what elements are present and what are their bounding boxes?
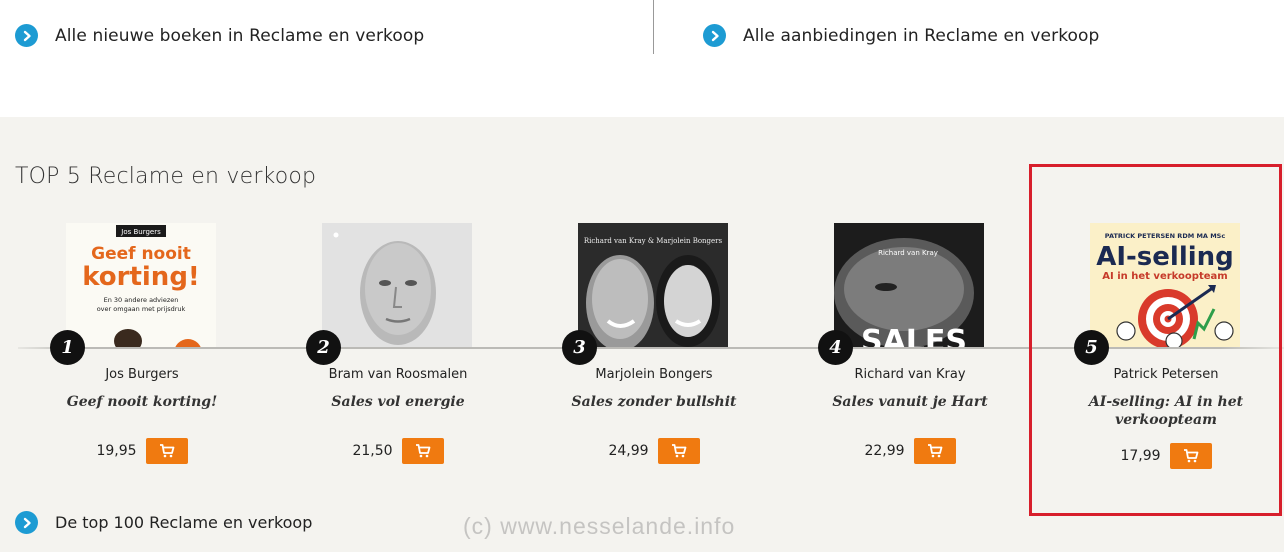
svg-text:Geef nooit: Geef nooit: [91, 244, 191, 264]
svg-text:Richard van Kray & Marjolein B: Richard van Kray & Marjolein Bongers: [584, 237, 723, 245]
price-row: 24,99: [526, 438, 782, 464]
book-card[interactable]: 2 Bram van Roosmalen Sales vol energie 2…: [270, 223, 526, 464]
highlight-frame: [1029, 164, 1282, 516]
add-to-cart-button[interactable]: [913, 438, 956, 464]
svg-text:SALES: SALES: [861, 324, 967, 347]
svg-text:Jos Burgers: Jos Burgers: [120, 228, 161, 236]
book-cover[interactable]: Richard van Kray & Marjolein Bongers: [578, 223, 728, 347]
book-price: 24,99: [608, 443, 649, 459]
top100-link-label: De top 100 Reclame en verkoop: [55, 513, 313, 532]
book-price: 19,95: [96, 443, 137, 459]
book-title[interactable]: Sales zonder bullshit: [526, 393, 782, 411]
new-books-link-label: Alle nieuwe boeken in Reclame en verkoop: [55, 25, 425, 46]
book-price: 22,99: [864, 443, 905, 459]
svg-text:En 30 andere adviezen: En 30 andere adviezen: [104, 296, 179, 304]
book-card[interactable]: Jos Burgers Geef nooit korting! En 30 an…: [14, 223, 270, 464]
book-cover[interactable]: Richard van Kray SALES: [834, 223, 984, 347]
book-card[interactable]: Richard van Kray SALES 4 Richard van Kra…: [782, 223, 1038, 464]
book-author[interactable]: Richard van Kray: [782, 367, 1038, 382]
svg-text:over omgaan met prijsdruk: over omgaan met prijsdruk: [97, 305, 186, 313]
book-card[interactable]: Richard van Kray & Marjolein Bongers 3 M…: [526, 223, 782, 464]
offers-link-label: Alle aanbiedingen in Reclame en verkoop: [743, 25, 1100, 46]
book-cover[interactable]: [322, 223, 472, 347]
add-to-cart-button[interactable]: [145, 438, 188, 464]
add-to-cart-button[interactable]: [401, 438, 444, 464]
shopping-cart-icon: [927, 444, 942, 458]
book-title[interactable]: Sales vol energie: [270, 393, 526, 411]
price-row: 21,50: [270, 438, 526, 464]
watermark: (c) www.nesselande.info: [463, 513, 736, 539]
chevron-right-circle-icon: [15, 24, 38, 47]
rank-badge: 2: [306, 330, 341, 365]
price-row: 22,99: [782, 438, 1038, 464]
book-cover[interactable]: Jos Burgers Geef nooit korting! En 30 an…: [66, 223, 216, 347]
book-title[interactable]: Geef nooit korting!: [14, 393, 270, 411]
svg-text:Richard van Kray: Richard van Kray: [878, 249, 938, 257]
price-row: 19,95: [14, 438, 270, 464]
offers-link[interactable]: Alle aanbiedingen in Reclame en verkoop: [703, 24, 1099, 47]
svg-text:korting!: korting!: [82, 262, 200, 292]
top100-link[interactable]: De top 100 Reclame en verkoop: [15, 511, 312, 534]
section-title: TOP 5 Reclame en verkoop: [15, 164, 317, 189]
book-author[interactable]: Marjolein Bongers: [526, 367, 782, 382]
rank-badge: 3: [562, 330, 597, 365]
shopping-cart-icon: [159, 444, 174, 458]
rank-badge: 1: [50, 330, 85, 365]
book-author[interactable]: Jos Burgers: [14, 367, 270, 382]
rank-badge: 4: [818, 330, 853, 365]
top-links: Alle nieuwe boeken in Reclame en verkoop…: [0, 0, 1284, 117]
chevron-right-circle-icon: [703, 24, 726, 47]
book-price: 21,50: [352, 443, 393, 459]
book-author[interactable]: Bram van Roosmalen: [270, 367, 526, 382]
chevron-right-circle-icon: [15, 511, 38, 534]
shopping-cart-icon: [415, 444, 430, 458]
add-to-cart-button[interactable]: [657, 438, 700, 464]
shopping-cart-icon: [671, 444, 686, 458]
new-books-link[interactable]: Alle nieuwe boeken in Reclame en verkoop: [15, 24, 424, 47]
vertical-divider: [653, 0, 654, 54]
book-title[interactable]: Sales vanuit je Hart: [782, 393, 1038, 411]
